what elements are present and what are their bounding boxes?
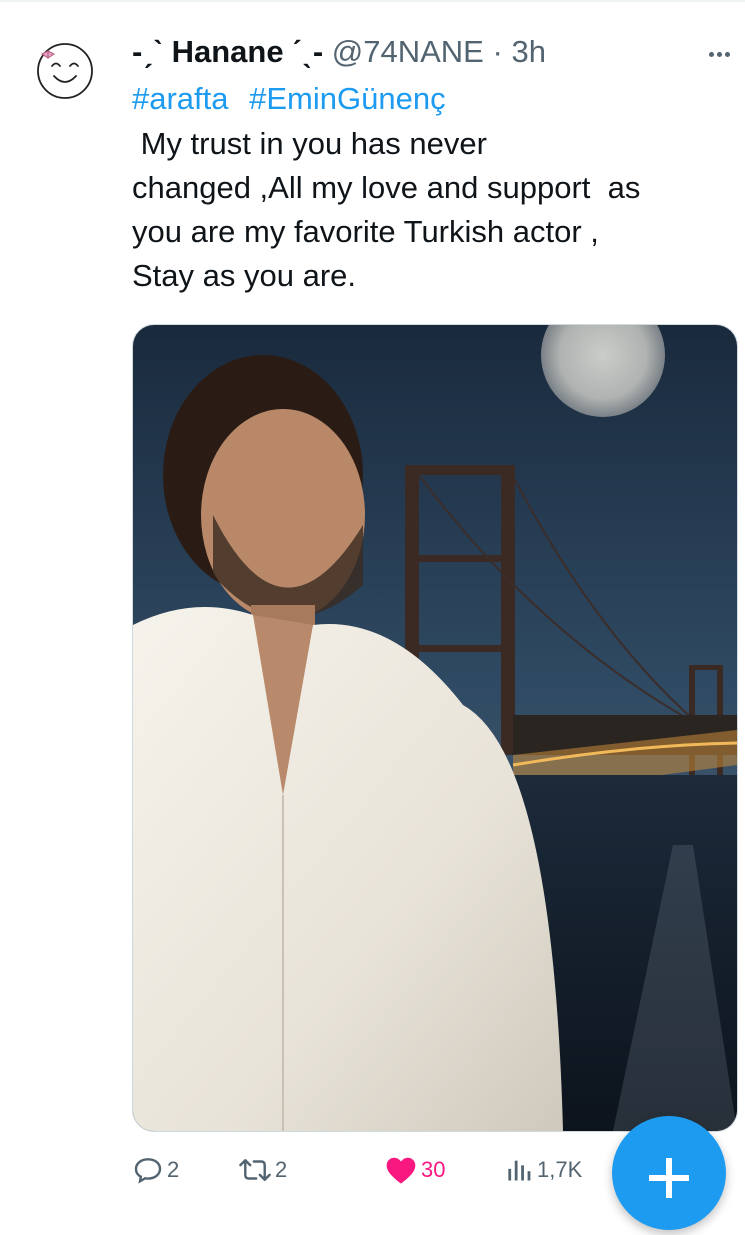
plus-icon xyxy=(649,1158,689,1198)
header-separator: · xyxy=(492,34,503,69)
bar-chart-icon xyxy=(508,1160,531,1181)
retweet-button[interactable]: 2 xyxy=(238,1148,287,1192)
tweet-image[interactable] xyxy=(132,324,738,1132)
more-dots-icon xyxy=(725,52,730,57)
reply-count: 2 xyxy=(167,1157,180,1182)
photo-man-bridge-night xyxy=(133,325,737,1131)
top-divider xyxy=(0,0,745,2)
reply-button[interactable]: 2 xyxy=(132,1148,179,1192)
more-options-button[interactable] xyxy=(700,40,740,70)
more-dots-icon xyxy=(709,52,714,57)
tweet-timestamp[interactable]: 3h xyxy=(511,34,545,69)
views-count: 1,7K xyxy=(537,1157,583,1182)
retweet-count: 2 xyxy=(275,1157,288,1182)
hashtag-link[interactable]: #arafta xyxy=(132,81,229,116)
tweet-text: My trust in you has never changed ,All m… xyxy=(132,126,641,293)
hashtag-list: #arafta #EminGünenç xyxy=(132,78,458,120)
hashtag-link[interactable]: #EminGünenç xyxy=(249,81,445,116)
retweet-arrows-icon xyxy=(239,1159,271,1181)
heart-icon xyxy=(386,1157,416,1184)
tweet-actions: 2 2 30 1,7K xyxy=(132,1148,602,1192)
doodle-face-icon xyxy=(37,43,93,99)
compose-tweet-button[interactable] xyxy=(612,1116,726,1230)
views-button[interactable]: 1,7K xyxy=(506,1148,582,1192)
like-button[interactable]: 30 xyxy=(384,1148,445,1192)
author-handle[interactable]: @74NANE xyxy=(332,34,484,69)
more-dots-icon xyxy=(717,52,722,57)
author-display-name[interactable]: -ˏˋ Hanane ˊˎ- xyxy=(132,34,323,69)
author-avatar[interactable] xyxy=(34,40,96,102)
speech-bubble-icon xyxy=(134,1158,162,1184)
tweet-header: -ˏˋ Hanane ˊˎ- @74NANE · 3h xyxy=(132,32,732,72)
like-count: 30 xyxy=(421,1157,446,1182)
